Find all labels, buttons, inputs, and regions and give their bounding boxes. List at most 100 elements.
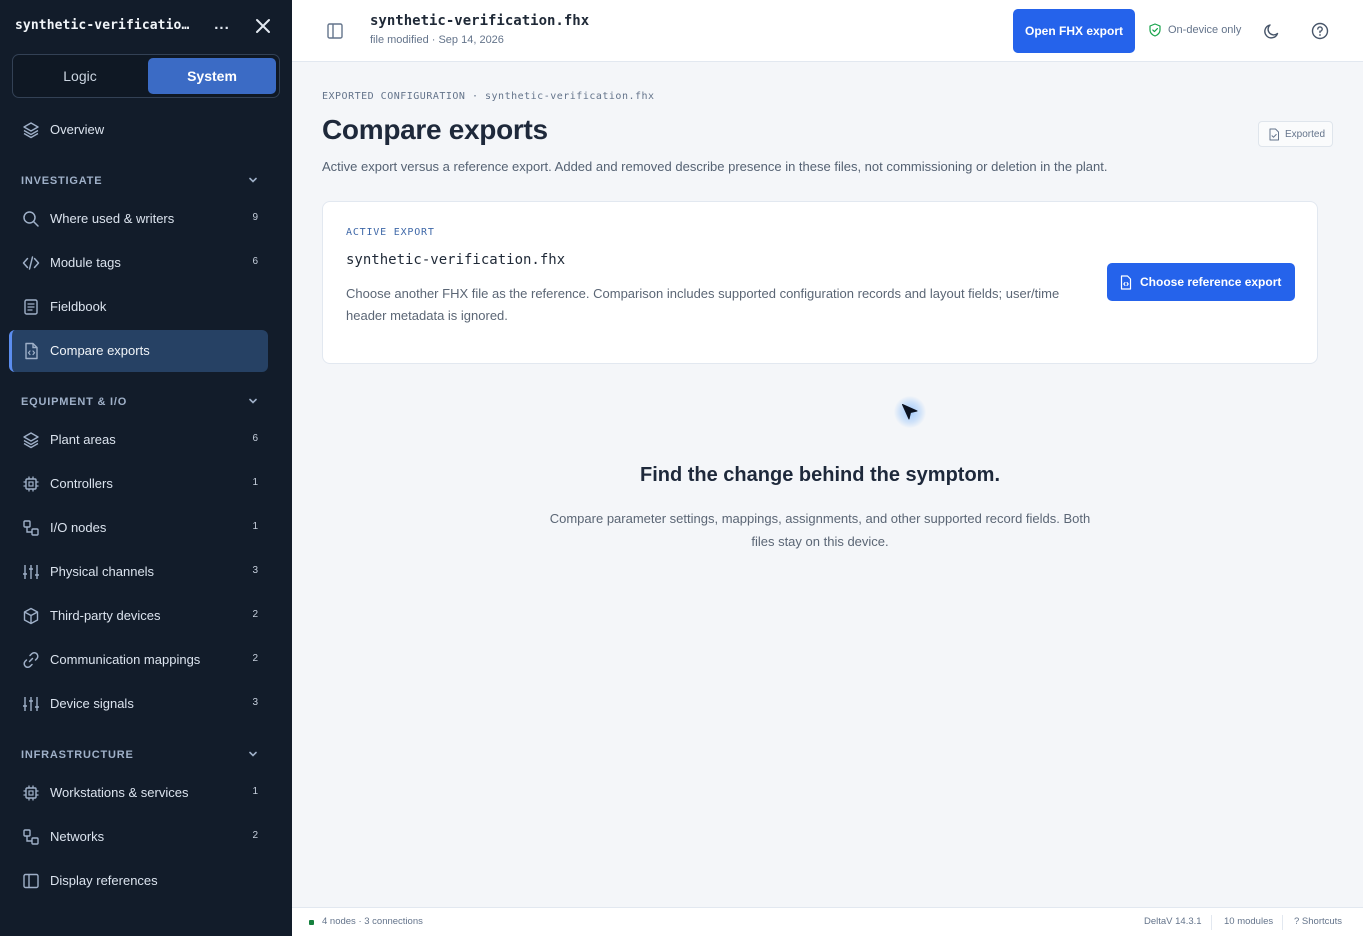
sidebar-item-label: Where used & writers [50, 211, 175, 226]
card-label: ACTIVE EXPORT [346, 227, 435, 238]
sidebar-item-communication-mappings[interactable]: Communication mappings 2 [9, 639, 268, 681]
sidebar-toggle-icon [327, 23, 343, 39]
breadcrumb: EXPORTED CONFIGURATION · synthetic-verif… [322, 91, 655, 102]
shortcuts-link[interactable]: ? Shortcuts [1294, 916, 1342, 927]
choose-reference-export-button[interactable]: Choose reference export [1107, 263, 1295, 301]
item-count: 6 [252, 256, 258, 267]
sidebar-item-label: Controllers [50, 476, 113, 491]
box-icon [23, 607, 39, 625]
toggle-sidebar-button[interactable] [324, 20, 346, 42]
sidebar-header: synthetic-verification.fhx ... [0, 0, 292, 52]
open-fhx-export-button[interactable]: Open FHX export [1013, 9, 1135, 53]
moon-icon [1264, 24, 1279, 39]
section-title: EQUIPMENT & I/O [21, 396, 128, 408]
chevron-down-icon [249, 751, 257, 757]
sliders-icon [23, 697, 39, 711]
file-name: synthetic-verification.fhx [370, 13, 590, 29]
section-title: INFRASTRUCTURE [21, 749, 134, 761]
status-bar: 4 nodes · 3 connections DeltaV 14.3.1 10… [292, 907, 1363, 936]
sidebar-item-label: Physical channels [50, 564, 155, 579]
view-mode-toggle: Logic System [12, 54, 280, 98]
version-label: DeltaV 14.3.1 [1144, 916, 1202, 927]
sidebar: synthetic-verification.fhx ... Logic Sys… [0, 0, 292, 936]
notebook-icon [24, 299, 38, 315]
item-count: 2 [252, 653, 258, 664]
button-label: Choose reference export [1140, 275, 1282, 289]
section-title: INVESTIGATE [21, 175, 103, 187]
sidebar-item-io-nodes[interactable]: I/O nodes 1 [9, 507, 268, 549]
sidebar-item-label: Fieldbook [50, 299, 107, 314]
sidebar-item-fieldbook[interactable]: Fieldbook [9, 286, 268, 328]
top-bar: synthetic-verification.fhx file modified… [292, 0, 1363, 62]
sidebar-item-label: Third-party devices [50, 608, 161, 623]
chevron-down-icon [249, 398, 257, 404]
more-options-button[interactable]: ... [208, 14, 236, 38]
sidebar-item-label: Overview [50, 122, 105, 137]
divider [1211, 915, 1212, 930]
code-icon [22, 256, 40, 270]
sidebar-item-device-signals[interactable]: Device signals 3 [9, 683, 268, 725]
item-count: 3 [252, 565, 258, 576]
file-code-icon [1120, 275, 1132, 290]
panel-icon [23, 873, 39, 889]
sidebar-item-overview[interactable]: Overview [9, 109, 268, 151]
system-tab[interactable]: System [148, 58, 276, 94]
sidebar-item-workstations[interactable]: Workstations & services 1 [9, 772, 268, 814]
page-title: Compare exports [322, 114, 548, 145]
logic-tab[interactable]: Logic [16, 58, 144, 94]
close-icon [256, 19, 270, 33]
search-icon [23, 211, 39, 227]
page-subtitle: Active export versus a reference export.… [322, 159, 1108, 174]
sidebar-item-label: Compare exports [50, 343, 150, 358]
chevron-down-icon [249, 177, 257, 183]
help-circle-icon [1311, 22, 1329, 40]
sidebar-item-label: Module tags [50, 255, 121, 270]
sidebar-file-title: synthetic-verification.fhx [15, 18, 197, 33]
module-count: 10 modules [1224, 916, 1274, 927]
link-icon [23, 651, 39, 669]
active-export-card: ACTIVE EXPORT synthetic-verification.fhx… [322, 201, 1318, 364]
sidebar-item-label: Communication mappings [50, 652, 201, 667]
empty-state-title: Find the change behind the symptom. [639, 464, 1001, 486]
nodes-icon [23, 829, 39, 845]
sidebar-item-controllers[interactable]: Controllers 1 [9, 463, 268, 505]
file-check-icon [1269, 128, 1279, 141]
sidebar-item-label: Workstations & services [50, 785, 189, 800]
section-equipment-io[interactable]: EQUIPMENT & I/O [21, 392, 266, 410]
divider [1282, 915, 1283, 930]
sidebar-item-label: Networks [50, 829, 105, 844]
section-investigate[interactable]: INVESTIGATE [21, 171, 266, 189]
layers-icon [23, 122, 39, 139]
active-export-file: synthetic-verification.fhx [346, 252, 566, 268]
help-button[interactable] [1310, 21, 1330, 41]
section-infrastructure[interactable]: INFRASTRUCTURE [21, 745, 266, 763]
sidebar-item-display-references[interactable]: Display references [9, 860, 268, 902]
item-count: 3 [252, 697, 258, 708]
item-count: 6 [252, 433, 258, 444]
nodes-icon [23, 520, 39, 536]
sidebar-item-plant-areas[interactable]: Plant areas 6 [9, 419, 268, 461]
status-badge: Exported [1258, 121, 1333, 147]
close-sidebar-button[interactable] [252, 14, 274, 38]
sidebar-item-module-tags[interactable]: Module tags 6 [9, 242, 268, 284]
empty-state-description: Compare parameter settings, mappings, as… [549, 511, 1091, 549]
file-modified-meta: file modified · Sep 14, 2026 [370, 34, 504, 46]
sidebar-item-label: I/O nodes [50, 520, 107, 535]
sidebar-item-label: Device signals [50, 696, 134, 711]
cursor-arrow-icon [902, 404, 918, 420]
sidebar-item-physical-channels[interactable]: Physical channels 3 [9, 551, 268, 593]
sidebar-item-where-used[interactable]: Where used & writers 9 [9, 198, 268, 240]
cursor-pointer [894, 396, 926, 428]
sidebar-item-compare-exports[interactable]: Compare exports [9, 330, 268, 372]
theme-toggle-button[interactable] [1262, 21, 1282, 41]
card-description: Choose another FHX file as the reference… [346, 286, 1060, 323]
badge-label: Exported [1285, 129, 1326, 140]
shield-check-icon [1149, 23, 1161, 37]
sidebar-item-third-party-devices[interactable]: Third-party devices 2 [9, 595, 268, 637]
item-count: 9 [252, 212, 258, 223]
cpu-icon [23, 785, 39, 801]
item-count: 1 [252, 477, 258, 488]
sidebar-item-networks[interactable]: Networks 2 [9, 816, 268, 858]
file-code-icon [25, 342, 38, 360]
layers-icon [23, 432, 39, 449]
